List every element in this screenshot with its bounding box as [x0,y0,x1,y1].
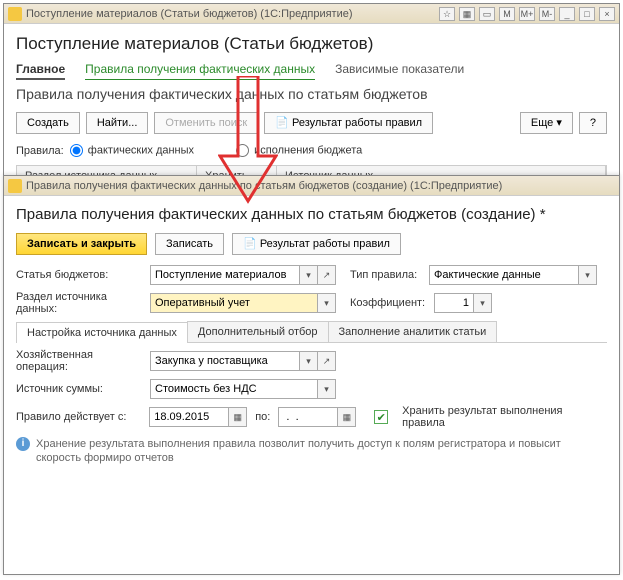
results-button[interactable]: 📄 Результат работы правил [232,233,401,255]
label-store: Хранить результат выполнения правила [402,405,607,429]
label-section: Раздел источника данных: [16,291,146,315]
open-icon[interactable]: ↗ [318,351,336,371]
article-field[interactable]: ▾ ↗ [150,265,336,285]
label-coef: Коэффициент: [350,297,430,309]
tab-analytics[interactable]: Заполнение аналитик статьи [328,321,498,342]
dropdown-icon[interactable]: ▾ [300,351,318,371]
titlebar-btn[interactable]: M+ [519,7,535,21]
form-title: Правила получения фактических данных по … [16,206,607,223]
radio-budget-label: исполнения бюджета [254,144,362,156]
radio-actual[interactable]: фактических данных [70,144,194,157]
rules-radio-row: Правила: фактических данных исполнения б… [16,144,607,157]
results-button[interactable]: 📄 Результат работы правил [264,112,433,134]
section-field[interactable]: ▾ [150,293,336,313]
titlebar-btn[interactable]: M [499,7,515,21]
maximize-button[interactable]: □ [579,7,595,21]
help-button[interactable]: ? [579,112,607,134]
titlebar-btn[interactable]: ▦ [459,7,475,21]
tab-source-settings[interactable]: Настройка источника данных [16,322,188,343]
cancel-search-button[interactable]: Отменить поиск [154,112,258,134]
window-title: Правила получения фактических данных по … [26,180,615,192]
section-subtitle: Правила получения фактических данных по … [16,86,607,102]
child-window: Правила получения фактических данных по … [3,175,620,575]
open-icon[interactable]: ↗ [318,265,336,285]
article-input[interactable] [150,265,300,285]
label-to: по: [255,411,270,423]
save-button[interactable]: Записать [155,233,224,255]
save-close-button[interactable]: Записать и закрыть [16,233,147,255]
label-validfrom: Правило действует с: [16,411,145,423]
page-title: Поступление материалов (Статьи бюджетов) [16,34,607,54]
coef-input[interactable] [434,293,474,313]
dropdown-icon[interactable]: ▾ [318,293,336,313]
more-label: Еще [531,117,553,129]
results-label: Результат работы правил [260,238,390,250]
dropdown-icon[interactable]: ▾ [579,265,597,285]
radio-budget[interactable]: исполнения бюджета [236,144,362,157]
minimize-button[interactable]: _ [559,7,575,21]
info-icon: i [16,437,30,451]
ruletype-input[interactable] [429,265,579,285]
sumsrc-input[interactable] [150,379,318,399]
tab-dependent[interactable]: Зависимые показатели [335,62,464,80]
operation-field[interactable]: ▾ ↗ [150,351,336,371]
tab-main[interactable]: Главное [16,62,65,80]
titlebar-btn[interactable]: ▭ [479,7,495,21]
app-icon [8,179,22,193]
label-article: Статья бюджетов: [16,269,146,281]
label-ruletype: Тип правила: [350,269,425,281]
dropdown-icon[interactable]: ▾ [318,379,336,399]
dateto-field[interactable]: ▦ [278,407,356,427]
calendar-icon[interactable]: ▦ [338,407,356,427]
window-title: Поступление материалов (Статьи бюджетов)… [26,8,439,20]
more-button[interactable]: Еще ▾ [520,112,573,134]
dateto-input[interactable] [278,407,338,427]
coef-field[interactable]: ▾ [434,293,492,313]
top-tabs: Главное Правила получения фактических да… [16,62,607,80]
section-input[interactable] [150,293,318,313]
form-toolbar: Записать и закрыть Записать 📄 Результат … [16,233,607,255]
titlebar: Правила получения фактических данных по … [4,176,619,196]
dropdown-icon[interactable]: ▾ [300,265,318,285]
rules-label: Правила: [16,145,64,157]
radio-budget-input[interactable] [236,144,249,157]
titlebar-btn[interactable]: ☆ [439,7,455,21]
sumsrc-field[interactable]: ▾ [150,379,336,399]
tab-extra-filter[interactable]: Дополнительный отбор [187,321,329,342]
toolbar: Создать Найти... Отменить поиск 📄 Резуль… [16,112,607,134]
datefrom-input[interactable] [149,407,229,427]
create-button[interactable]: Создать [16,112,80,134]
dropdown-icon[interactable]: ▾ [474,293,492,313]
results-label: Результат работы правил [292,117,422,129]
ruletype-field[interactable]: ▾ [429,265,597,285]
datefrom-field[interactable]: ▦ [149,407,247,427]
close-button[interactable]: × [599,7,615,21]
operation-input[interactable] [150,351,300,371]
inner-tabs: Настройка источника данных Дополнительны… [16,321,607,343]
find-button[interactable]: Найти... [86,112,149,134]
app-icon [8,7,22,21]
store-checkbox[interactable]: ✔ [374,410,388,424]
titlebar: Поступление материалов (Статьи бюджетов)… [4,4,619,24]
radio-actual-label: фактических данных [88,144,194,156]
label-sumsrc: Источник суммы: [16,383,146,395]
info-text: Хранение результата выполнения правила п… [36,437,607,466]
calendar-icon[interactable]: ▦ [229,407,247,427]
tab-rules[interactable]: Правила получения фактических данных [85,62,315,80]
info-hint: i Хранение результата выполнения правила… [16,437,607,466]
label-operation: Хозяйственная операция: [16,349,146,373]
radio-actual-input[interactable] [70,144,83,157]
titlebar-btn[interactable]: M- [539,7,555,21]
